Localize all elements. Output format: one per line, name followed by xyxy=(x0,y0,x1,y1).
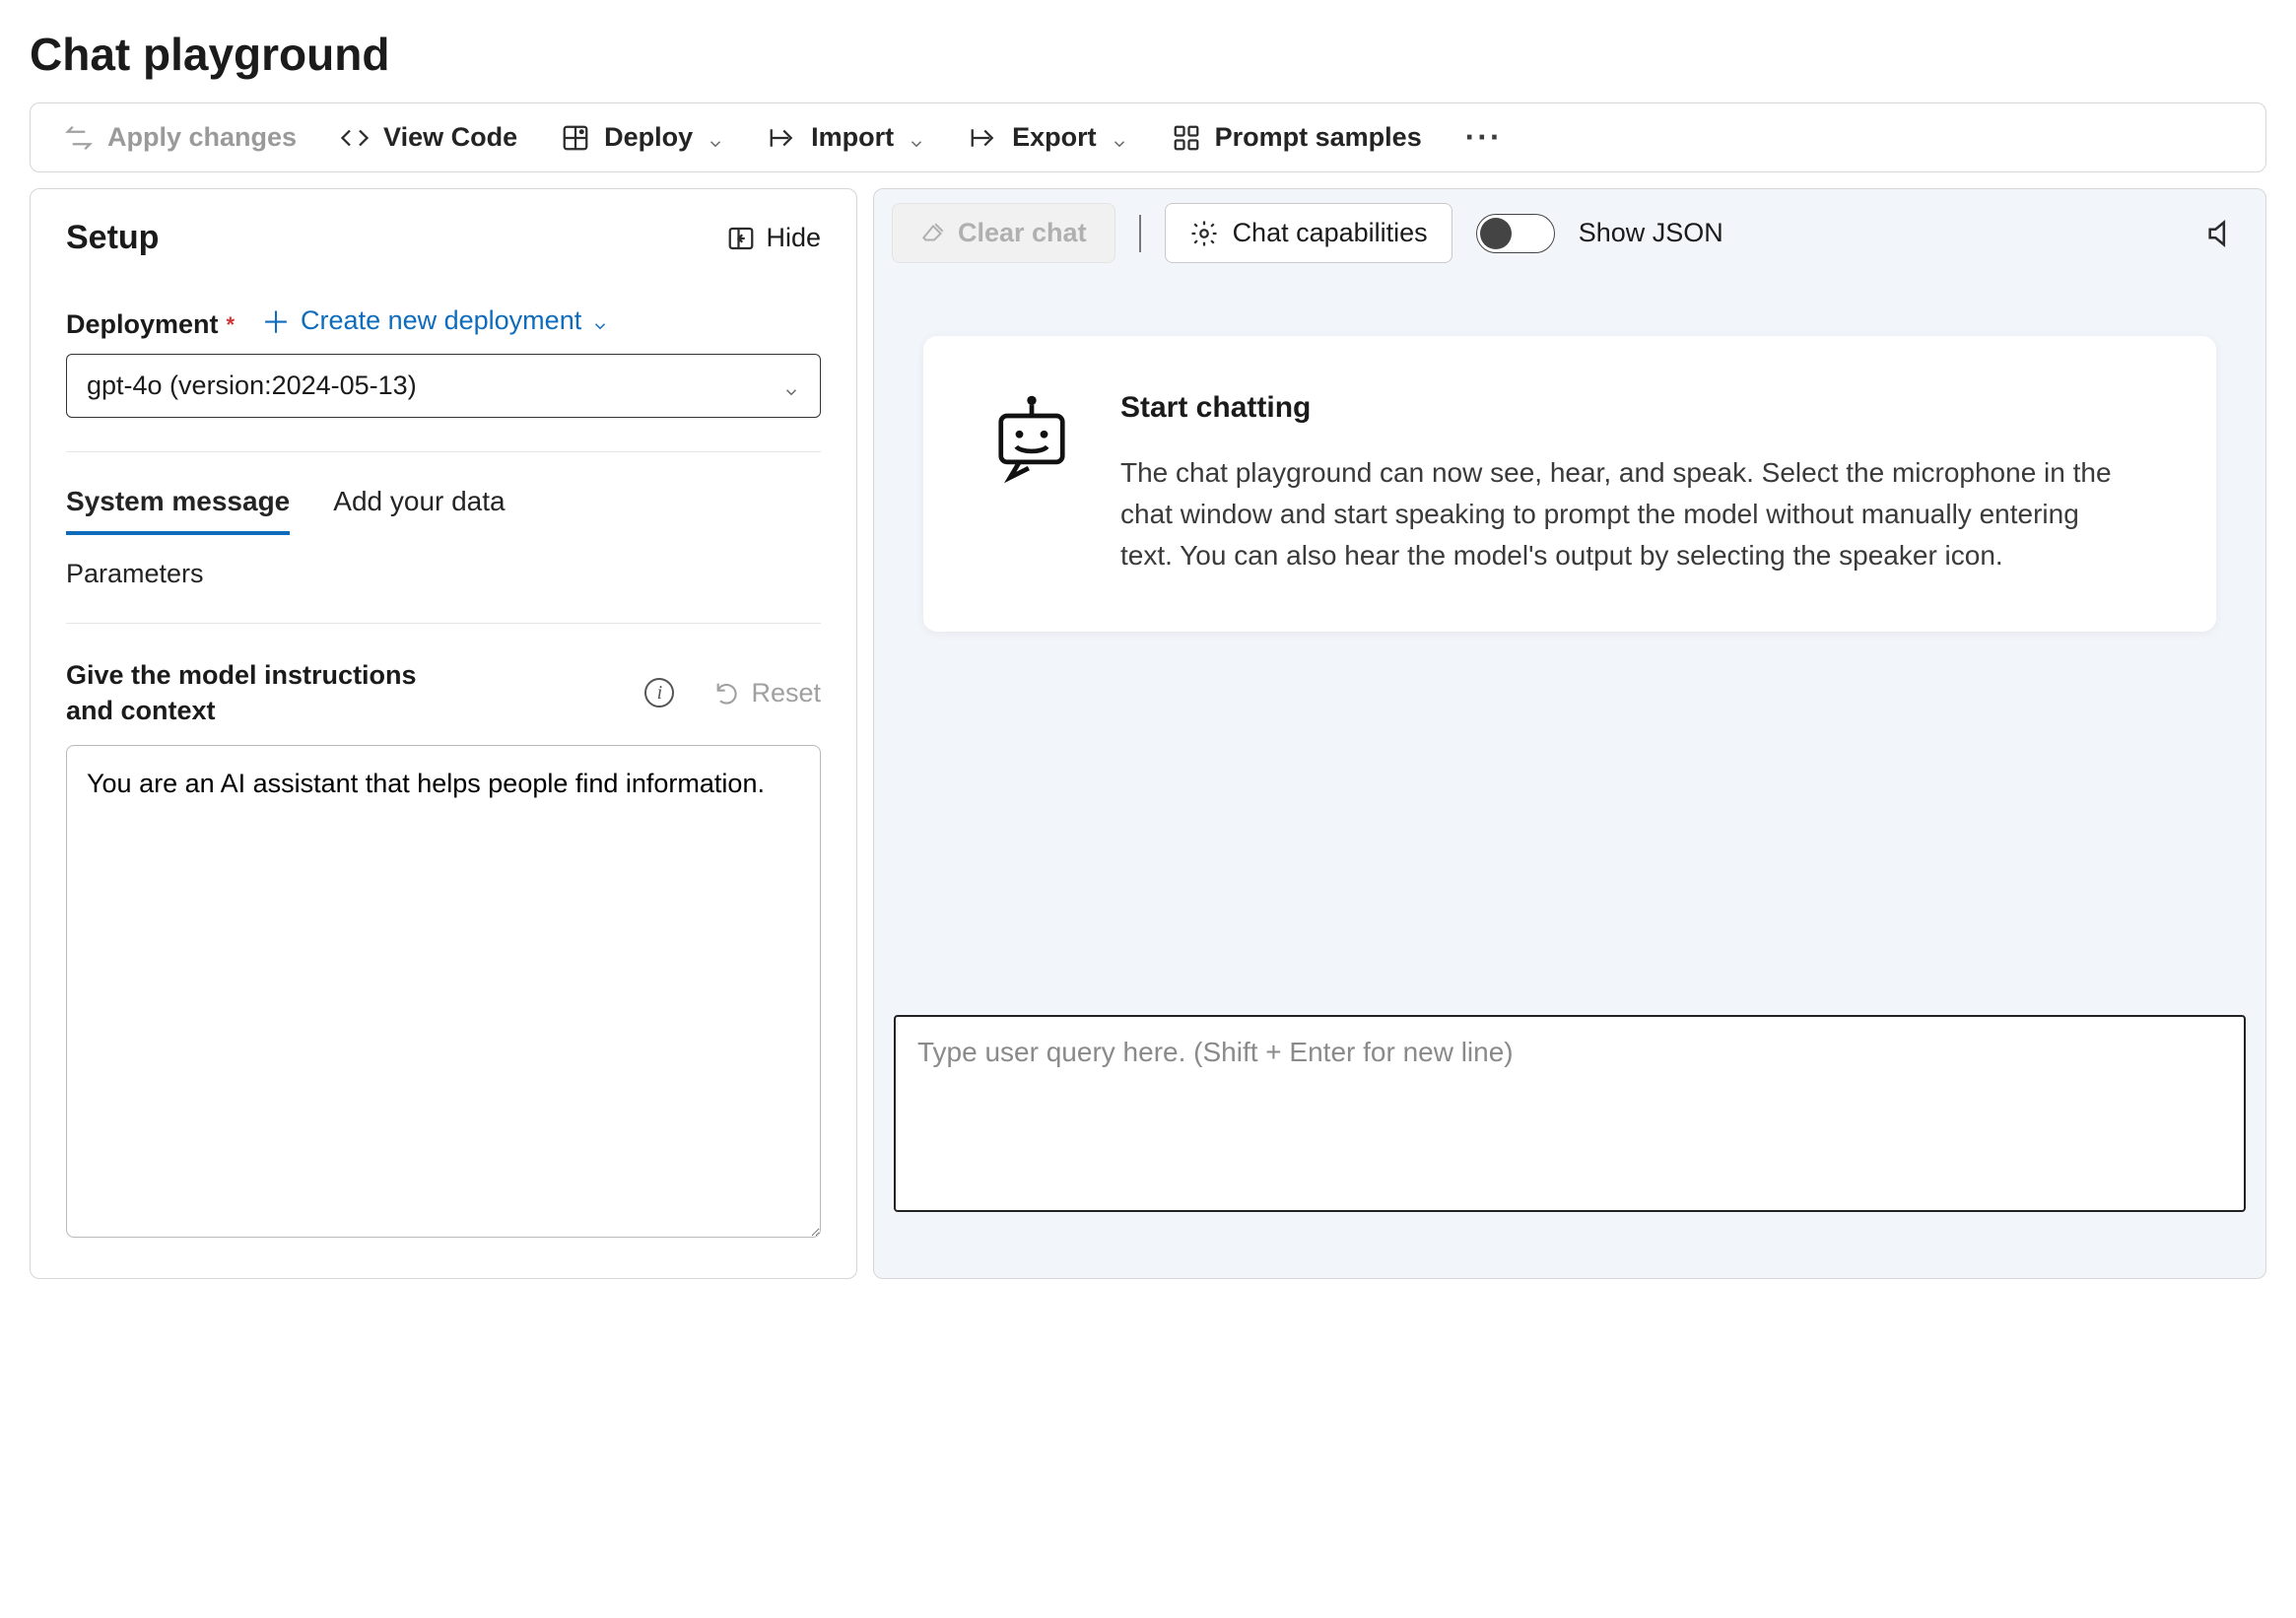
chevron-down-icon xyxy=(1111,129,1128,147)
undo-icon xyxy=(713,679,741,707)
chevron-down-icon xyxy=(782,377,800,395)
create-deployment-link[interactable]: ＋ Create new deployment xyxy=(261,299,609,342)
view-code-button[interactable]: View Code xyxy=(340,122,517,153)
bot-icon xyxy=(982,391,1081,490)
welcome-body: The chat playground can now see, hear, a… xyxy=(1120,452,2126,576)
divider xyxy=(66,451,821,452)
view-code-label: View Code xyxy=(383,122,517,153)
prompt-samples-button[interactable]: Prompt samples xyxy=(1172,122,1422,153)
apps-icon xyxy=(1172,123,1201,153)
apply-changes-button: Apply changes xyxy=(64,122,297,153)
deploy-button[interactable]: Deploy xyxy=(561,122,724,153)
import-icon xyxy=(768,123,797,153)
speaker-icon[interactable] xyxy=(2204,217,2238,250)
clear-chat-button: Clear chat xyxy=(892,203,1115,263)
chevron-down-icon xyxy=(707,129,724,147)
reset-button: Reset xyxy=(713,678,821,708)
hide-setup-button[interactable]: Hide xyxy=(726,223,821,253)
deploy-icon xyxy=(561,123,590,153)
create-deployment-label: Create new deployment xyxy=(301,305,581,336)
broom-icon xyxy=(920,221,946,246)
prompt-samples-label: Prompt samples xyxy=(1215,122,1422,153)
swap-icon xyxy=(64,123,94,153)
tab-add-your-data[interactable]: Add your data xyxy=(333,486,505,535)
tab-system-message[interactable]: System message xyxy=(66,486,290,535)
deploy-label: Deploy xyxy=(604,122,693,153)
import-label: Import xyxy=(811,122,894,153)
info-icon[interactable]: i xyxy=(644,678,674,708)
panel-collapse-icon xyxy=(726,224,756,253)
setup-panel: Setup Hide Deployment* ＋ Create new depl… xyxy=(30,188,857,1279)
chat-input[interactable] xyxy=(894,1015,2246,1212)
hide-label: Hide xyxy=(766,223,821,253)
chevron-down-icon xyxy=(908,129,925,147)
main-toolbar: Apply changes View Code Deploy Import Ex… xyxy=(30,102,2266,172)
system-message-input[interactable] xyxy=(66,745,821,1238)
code-icon xyxy=(340,123,370,153)
chat-panel: Clear chat Chat capabilities Show JSON xyxy=(873,188,2266,1279)
clear-chat-label: Clear chat xyxy=(958,218,1087,248)
setup-tabs: System message Add your data xyxy=(66,486,821,535)
export-button[interactable]: Export xyxy=(969,122,1128,153)
export-label: Export xyxy=(1012,122,1097,153)
chat-capabilities-button[interactable]: Chat capabilities xyxy=(1165,203,1452,263)
more-actions-button[interactable]: ··· xyxy=(1465,119,1503,156)
deployment-selected-value: gpt-4o (version:2024-05-13) xyxy=(87,371,417,401)
separator xyxy=(1139,215,1141,252)
welcome-title: Start chatting xyxy=(1120,391,2126,425)
chat-capabilities-label: Chat capabilities xyxy=(1233,218,1428,248)
setup-title: Setup xyxy=(66,219,159,257)
chat-toolbar: Clear chat Chat capabilities Show JSON xyxy=(874,189,2265,277)
reset-label: Reset xyxy=(751,678,821,708)
deployment-select[interactable]: gpt-4o (version:2024-05-13) xyxy=(66,354,821,418)
gear-icon xyxy=(1189,219,1219,248)
deployment-label: Deployment* xyxy=(66,309,235,340)
chevron-down-icon xyxy=(591,311,609,329)
page-title: Chat playground xyxy=(0,0,2296,102)
parameters-link[interactable]: Parameters xyxy=(66,559,821,589)
plus-icon: ＋ xyxy=(261,299,291,342)
show-json-label: Show JSON xyxy=(1579,218,1723,248)
required-indicator: * xyxy=(227,312,236,338)
divider xyxy=(66,623,821,624)
show-json-toggle[interactable] xyxy=(1476,214,1555,253)
welcome-card: Start chatting The chat playground can n… xyxy=(923,336,2216,632)
instructions-heading: Give the model instructions and context xyxy=(66,657,460,729)
apply-changes-label: Apply changes xyxy=(107,122,297,153)
export-icon xyxy=(969,123,998,153)
import-button[interactable]: Import xyxy=(768,122,925,153)
